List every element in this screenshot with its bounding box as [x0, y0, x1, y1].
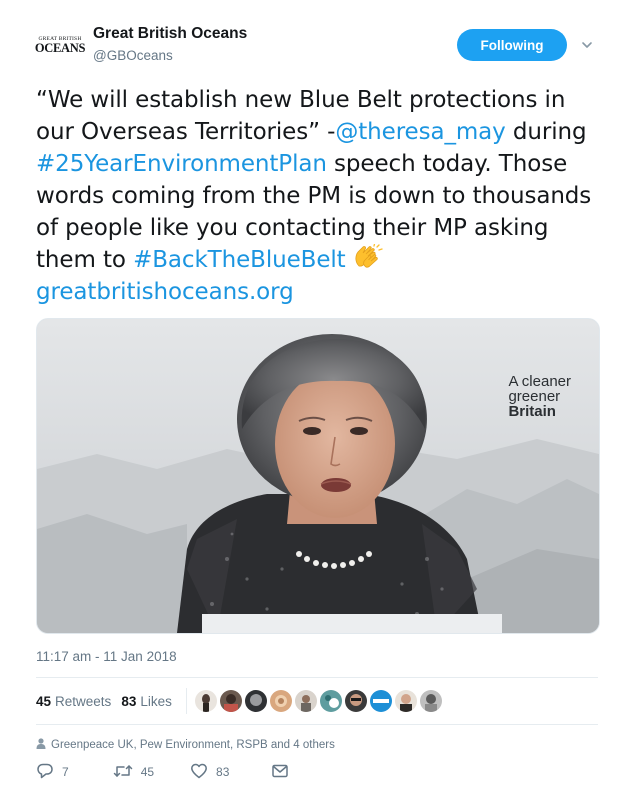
avatar[interactable] [369, 690, 392, 712]
avatar[interactable] [419, 690, 442, 712]
external-link[interactable]: greatbritishoceans.org [36, 279, 294, 305]
like-count: 83 [216, 765, 230, 779]
avatar[interactable] [294, 690, 317, 712]
reply-icon [36, 762, 62, 783]
reply-count: 7 [62, 765, 69, 779]
tweet: GREAT BRITISH OCEANS Great British Ocean… [0, 0, 635, 791]
account-handle[interactable]: @GBOceans [93, 48, 173, 63]
user-icon [36, 738, 51, 752]
tweet-media-image[interactable]: A cleaner greener Britain [36, 318, 600, 634]
hashtag-link[interactable]: #25YearEnvironmentPlan [36, 151, 327, 177]
chevron-down-icon[interactable] [578, 36, 596, 54]
direct-message-button[interactable] [271, 762, 297, 783]
media-photo [37, 319, 599, 633]
likes-count: 83 [121, 693, 137, 709]
tweet-stats: 45 Retweets 83 Likes [36, 688, 445, 714]
tweet-actions: 7 45 83 [36, 762, 297, 782]
avatar[interactable] [194, 690, 217, 712]
media-caption-line1: A cleaner [508, 373, 571, 390]
tweet-text-part2: during [505, 119, 587, 145]
display-name[interactable]: Great British Oceans [93, 25, 247, 43]
media-caption-line2: greener [508, 388, 561, 405]
avatar[interactable] [244, 690, 267, 712]
avatar[interactable] [219, 690, 242, 712]
likes-stat[interactable]: 83 Likes [121, 694, 172, 709]
heart-icon [190, 762, 216, 783]
retweets-stat[interactable]: 45 Retweets [36, 694, 111, 709]
avatar[interactable] [319, 690, 342, 712]
mention-link[interactable]: @theresa_may [335, 119, 505, 145]
avatar[interactable] [269, 690, 292, 712]
account-avatar-logo[interactable]: GREAT BRITISH OCEANS [34, 32, 86, 58]
divider [36, 677, 598, 678]
media-caption-line3: Britain [508, 403, 556, 420]
avatar[interactable] [344, 690, 367, 712]
retweet-icon [113, 762, 141, 783]
liked-by-text: Greenpeace UK, Pew Environment, RSPB and… [51, 739, 335, 751]
tweet-header: GREAT BRITISH OCEANS Great British Ocean… [34, 24, 604, 74]
retweet-count: 45 [140, 765, 155, 779]
hashtag-link[interactable]: #BackTheBlueBelt [133, 247, 346, 273]
reply-button[interactable]: 7 [36, 762, 69, 783]
like-button[interactable]: 83 [190, 762, 229, 783]
logo-bottom-text: OCEANS [34, 41, 86, 55]
liker-avatars [194, 690, 445, 712]
divider [36, 724, 598, 725]
liked-by-summary[interactable]: Greenpeace UK, Pew Environment, RSPB and… [36, 738, 335, 752]
retweets-count: 45 [36, 693, 52, 709]
tweet-timestamp[interactable]: 11:17 am - 11 Jan 2018 [36, 649, 177, 664]
tweet-text: “We will establish new Blue Belt protect… [36, 84, 606, 308]
envelope-icon [271, 762, 297, 783]
media-caption: A cleaner greener Britain [508, 374, 571, 419]
retweets-label: Retweets [55, 693, 112, 709]
likes-label: Likes [140, 693, 172, 709]
following-button[interactable]: Following [457, 29, 567, 61]
clap-emoji-icon [353, 243, 383, 268]
avatar[interactable] [394, 690, 417, 712]
retweet-button[interactable]: 45 [113, 762, 154, 783]
divider [185, 688, 187, 714]
